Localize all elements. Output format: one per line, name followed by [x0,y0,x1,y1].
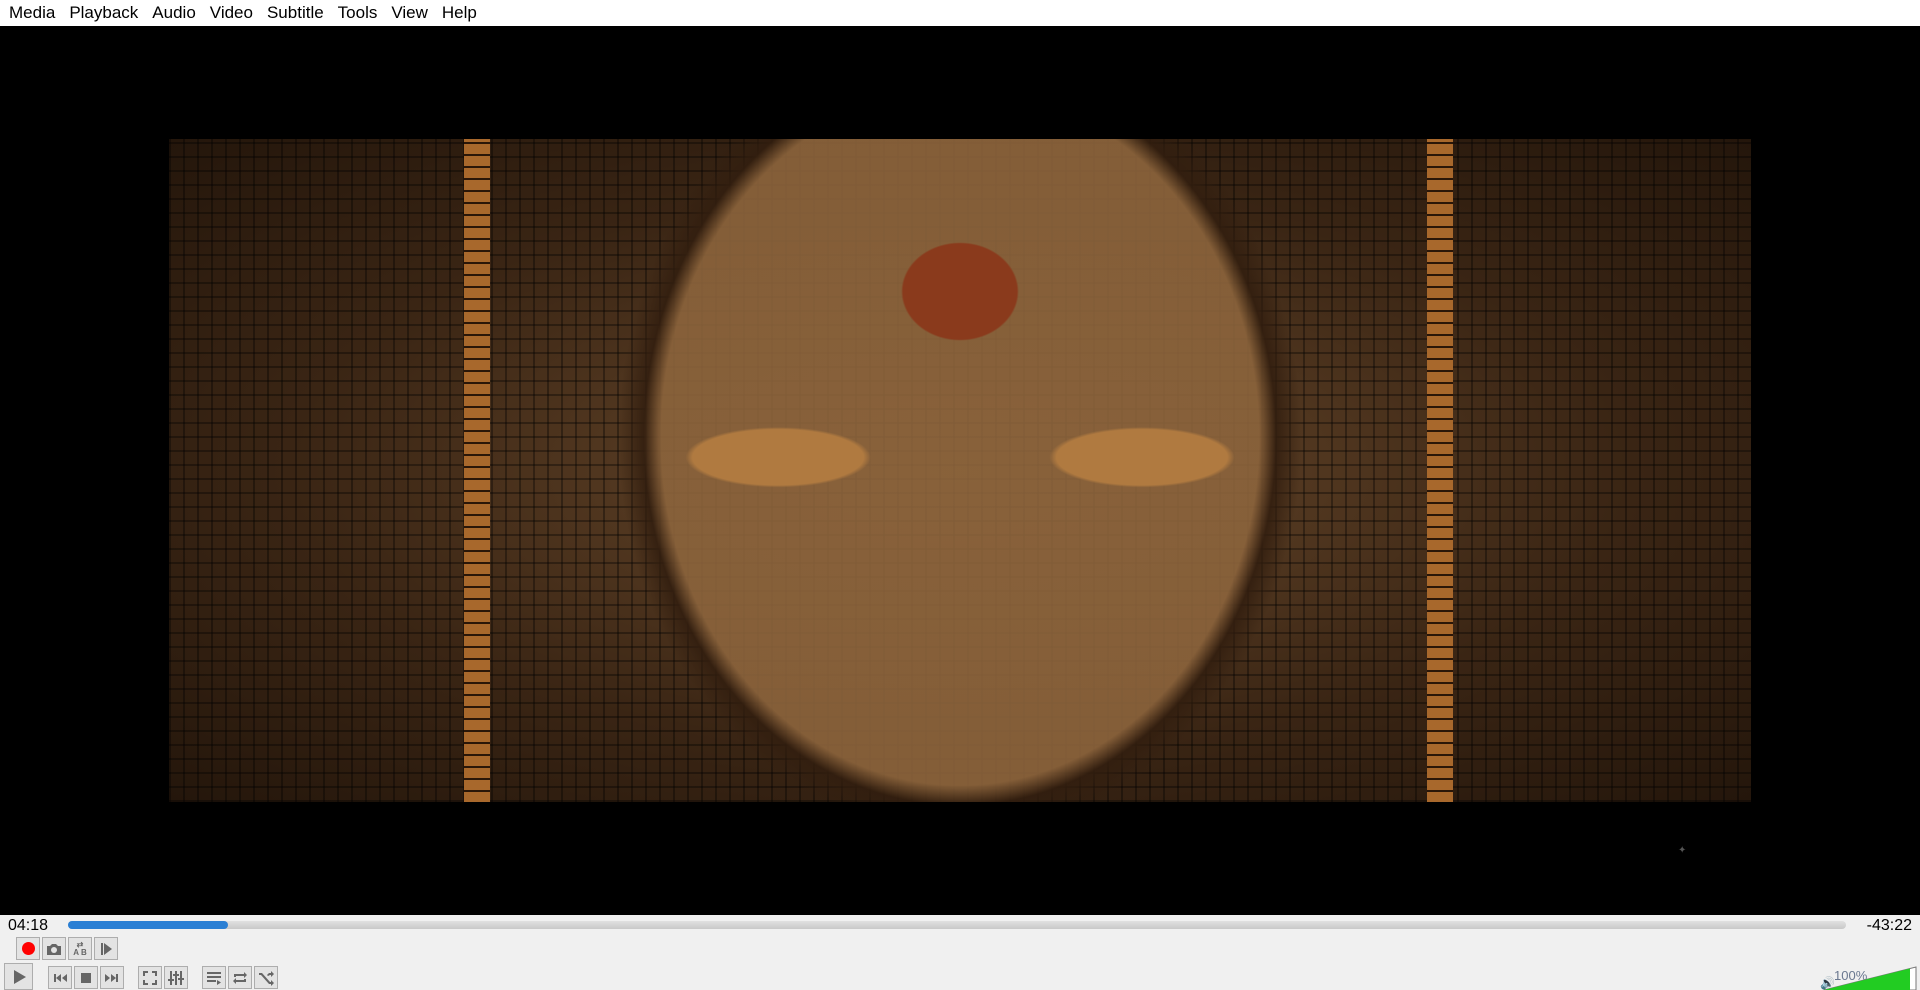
menu-view[interactable]: View [384,3,435,23]
shuffle-icon [259,970,274,986]
seek-slider[interactable] [68,921,1846,929]
record-button[interactable] [16,937,40,960]
mosaic-pillar [1427,139,1453,802]
fullscreen-icon [143,970,157,985]
menu-bar: Media Playback Audio Video Subtitle Tool… [0,0,1920,26]
seek-fill [68,921,229,929]
cursor-icon: ✦ [1678,845,1687,856]
loop-ab-icon: ⇄ A B [73,939,87,957]
loop-button[interactable] [228,966,252,989]
menu-tools[interactable]: Tools [331,3,385,23]
loop-icon [233,971,247,984]
skip-forward-icon [105,973,118,982]
time-row: 04:18 -43:22 [0,915,1920,937]
menu-video[interactable]: Video [203,3,260,23]
equalizer-icon [168,970,184,985]
stop-icon [81,972,91,983]
frame-step-icon [101,942,112,955]
stop-button[interactable] [74,966,98,989]
elapsed-time[interactable]: 04:18 [8,917,48,935]
play-button[interactable] [4,963,33,990]
menu-audio[interactable]: Audio [145,3,202,23]
mosaic-pillar [464,139,490,802]
volume-slider[interactable] [1822,965,1918,990]
video-area[interactable] [0,26,1920,915]
record-icon [21,942,35,955]
menu-playback[interactable]: Playback [62,3,145,23]
menu-media[interactable]: Media [2,3,62,23]
frame-by-frame-button[interactable] [94,937,118,960]
play-icon [13,969,26,984]
playlist-icon [207,971,221,985]
camera-icon [47,943,61,955]
skip-back-icon [54,973,67,982]
extended-settings-button[interactable] [164,966,188,989]
fullscreen-button[interactable] [138,966,162,989]
random-button[interactable] [254,966,278,989]
video-frame [169,139,1751,802]
snapshot-button[interactable] [42,937,66,960]
next-button[interactable] [100,966,124,989]
loop-ab-button[interactable]: ⇄ A B [68,937,92,960]
remaining-time[interactable]: -43:22 [1867,917,1912,935]
previous-button[interactable] [48,966,72,989]
menu-subtitle[interactable]: Subtitle [260,3,331,23]
menu-help[interactable]: Help [435,3,484,23]
playlist-button[interactable] [202,966,226,989]
